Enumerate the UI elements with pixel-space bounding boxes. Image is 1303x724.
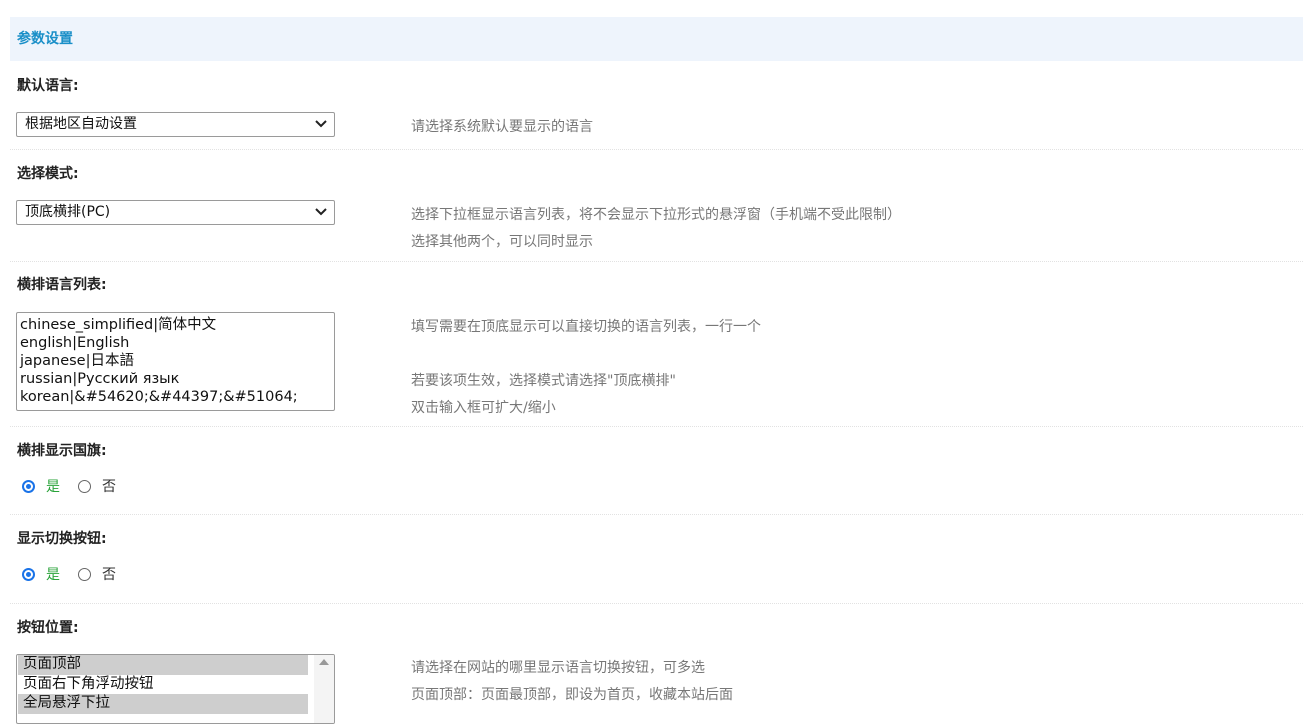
mode-label: 选择模式: [17, 166, 79, 182]
textarea-line: english|English [20, 335, 130, 351]
show-button-no-label[interactable]: 否 [102, 564, 116, 584]
mode-hint-1: 选择下拉框显示语言列表，将不会显示下拉形式的悬浮窗（手机端不受此限制） [411, 207, 901, 223]
horizontal-list-textarea[interactable]: chinese_simplified|简体中文 english|English … [16, 312, 335, 411]
show-button-yes-radio[interactable] [22, 567, 35, 581]
horizontal-list-hint-1: 填写需要在顶底显示可以直接切换的语言列表，一行一个 [411, 319, 761, 335]
show-button-label: 显示切换按钮: [17, 531, 107, 547]
show-flag-no-label[interactable]: 否 [102, 476, 116, 496]
horizontal-list-hint-3: 双击输入框可扩大/缩小 [411, 400, 556, 416]
mode-select[interactable]: 顶底横排(PC) [16, 200, 335, 225]
listbox-option[interactable]: 全局悬浮下拉 [18, 694, 308, 714]
divider [10, 426, 1303, 427]
default-language-hint: 请选择系统默认要显示的语言 [411, 119, 593, 135]
divider [10, 149, 1303, 150]
listbox-option[interactable]: 页面顶部 [18, 655, 308, 675]
show-flag-yes-label[interactable]: 是 [46, 476, 60, 496]
divider [10, 514, 1303, 515]
listbox-option[interactable]: 页面右下角浮动按钮 [18, 675, 308, 695]
textarea-line: russian|Русский язык [20, 371, 180, 387]
listbox-scrollbar[interactable] [314, 655, 334, 723]
horizontal-list-label: 横排语言列表: [17, 277, 107, 293]
textarea-line: chinese_simplified|简体中文 [20, 317, 217, 333]
divider [10, 603, 1303, 604]
show-flag-radio-group: 是 否 [22, 477, 116, 495]
default-language-label: 默认语言: [17, 78, 79, 94]
show-button-no-radio[interactable] [78, 567, 91, 581]
divider [10, 261, 1303, 262]
button-position-hint-2: 页面顶部：页面最顶部，即设为首页，收藏本站后面 [411, 687, 733, 703]
button-position-label: 按钮位置: [17, 620, 79, 636]
textarea-line: japanese|日本語 [20, 353, 134, 369]
chevron-down-icon [315, 208, 327, 216]
section-header: 参数设置 [10, 17, 1303, 61]
show-button-radio-group: 是 否 [22, 565, 116, 583]
section-title: 参数设置 [17, 31, 73, 47]
horizontal-list-hint-2: 若要该项生效，选择模式请选择"顶底横排" [411, 373, 676, 389]
mode-value: 顶底横排(PC) [25, 204, 111, 220]
show-flag-yes-radio[interactable] [22, 479, 35, 493]
show-button-yes-label[interactable]: 是 [46, 564, 60, 584]
mode-hint-2: 选择其他两个，可以同时显示 [411, 234, 593, 250]
show-flag-no-radio[interactable] [78, 479, 91, 493]
show-flag-label: 横排显示国旗: [17, 443, 107, 459]
chevron-down-icon [315, 120, 327, 128]
default-language-select[interactable]: 根据地区自动设置 [16, 112, 335, 137]
button-position-hint-1: 请选择在网站的哪里显示语言切换按钮，可多选 [411, 660, 705, 676]
default-language-value: 根据地区自动设置 [25, 116, 137, 132]
scroll-up-arrow-icon[interactable] [319, 659, 329, 665]
textarea-line: korean|&#54620;&#44397;&#51064; [20, 389, 298, 405]
